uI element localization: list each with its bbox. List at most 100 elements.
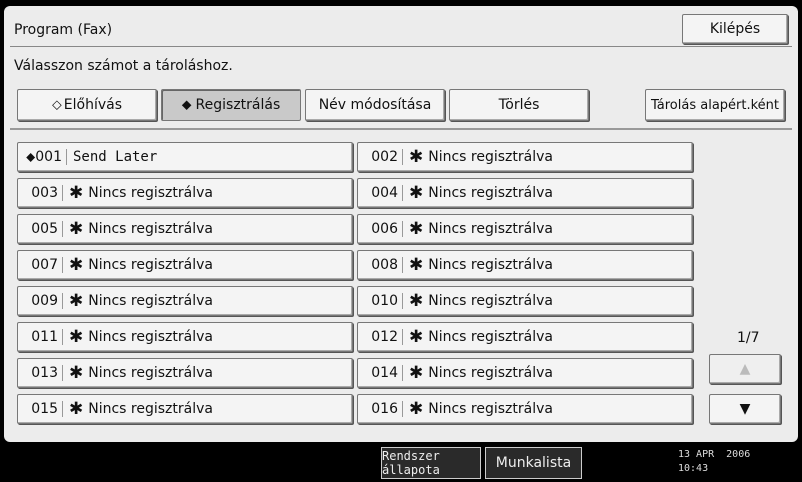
program-slot-014[interactable]: 014 ✱ Nincs regisztrálva xyxy=(357,358,693,388)
slot-divider xyxy=(402,293,403,309)
unregistered-star-icon: ✱ xyxy=(409,255,424,275)
tab-register[interactable]: ⬥ Regisztrálás xyxy=(161,89,301,121)
unregistered-star-icon: ✱ xyxy=(409,147,424,167)
unregistered-star-icon: ✱ xyxy=(69,363,84,383)
unregistered-star-icon: ✱ xyxy=(409,183,424,203)
tab-change-name[interactable]: Név módosítása xyxy=(305,89,445,121)
unregistered-star-icon: ✱ xyxy=(409,291,424,311)
slot-number: 004 xyxy=(371,185,398,201)
program-slot-009[interactable]: 009 ✱ Nincs regisztrálva xyxy=(17,286,353,316)
slot-number: 006 xyxy=(371,221,398,237)
slot-divider xyxy=(62,365,63,381)
unregistered-star-icon: ✱ xyxy=(409,363,424,383)
slot-divider xyxy=(62,257,63,273)
unregistered-star-icon: ✱ xyxy=(69,327,84,347)
store-as-default-button[interactable]: Tárolás alapért.ként xyxy=(645,89,785,121)
date-text: 13 APR 2006 xyxy=(678,449,751,460)
slot-divider xyxy=(66,149,67,165)
program-slot-012[interactable]: 012 ✱ Nincs regisztrálva xyxy=(357,322,693,352)
slot-number: 003 xyxy=(31,185,58,201)
slot-label: Nincs regisztrálva xyxy=(88,329,213,345)
slot-number: 014 xyxy=(371,365,398,381)
slot-divider xyxy=(402,401,403,417)
slot-divider xyxy=(402,221,403,237)
program-slot-010[interactable]: 010 ✱ Nincs regisztrálva xyxy=(357,286,693,316)
program-slot-008[interactable]: 008 ✱ Nincs regisztrálva xyxy=(357,250,693,280)
triangle-down-icon: ▼ xyxy=(739,401,751,417)
slot-label: Nincs regisztrálva xyxy=(88,365,213,381)
unregistered-star-icon: ✱ xyxy=(409,219,424,239)
tab-recall-label: Előhívás xyxy=(63,97,123,113)
slot-number: 008 xyxy=(371,257,398,273)
slot-label: Nincs regisztrálva xyxy=(428,401,553,417)
slot-divider xyxy=(62,329,63,345)
slot-label: Nincs regisztrálva xyxy=(428,365,553,381)
slot-label: Nincs regisztrálva xyxy=(428,185,553,201)
slot-number: 015 xyxy=(31,401,58,417)
tab-recall[interactable]: ⬦ Előhívás xyxy=(17,89,157,121)
slot-divider xyxy=(402,185,403,201)
time-text: 10:43 xyxy=(678,463,709,474)
slot-divider xyxy=(402,149,403,165)
slot-label: Nincs regisztrálva xyxy=(428,293,553,309)
page-title: Program (Fax) xyxy=(14,22,113,38)
slot-number: 012 xyxy=(371,329,398,345)
slot-label: Nincs regisztrálva xyxy=(428,221,553,237)
slot-label: Nincs regisztrálva xyxy=(88,401,213,417)
slot-number: 013 xyxy=(31,365,58,381)
slot-number: 010 xyxy=(371,293,398,309)
page-indicator: 1/7 xyxy=(737,330,760,346)
slot-number: 011 xyxy=(31,329,58,345)
unregistered-star-icon: ✱ xyxy=(409,327,424,347)
triangle-up-icon: ▲ xyxy=(739,361,751,377)
slot-divider xyxy=(62,293,63,309)
slot-number: 007 xyxy=(31,257,58,273)
slot-divider xyxy=(402,257,403,273)
slot-label: Nincs regisztrálva xyxy=(88,221,213,237)
diamond-arrow-icon: ⬥ xyxy=(26,149,36,165)
program-slot-015[interactable]: 015 ✱ Nincs regisztrálva xyxy=(17,394,353,424)
slot-number: 009 xyxy=(31,293,58,309)
slot-label: Nincs regisztrálva xyxy=(88,185,213,201)
program-slot-011[interactable]: 011 ✱ Nincs regisztrálva xyxy=(17,322,353,352)
unregistered-star-icon: ✱ xyxy=(69,399,84,419)
system-status-button[interactable]: Rendszer állapota xyxy=(381,447,481,479)
title-divider xyxy=(10,46,792,47)
slot-label: Nincs regisztrálva xyxy=(88,257,213,273)
tab-register-label: Regisztrálás xyxy=(195,97,281,113)
slot-number: 005 xyxy=(31,221,58,237)
date-time-display: 13 APR 2006 10:43 xyxy=(678,448,750,476)
slot-label: Nincs regisztrálva xyxy=(88,293,213,309)
section-divider xyxy=(10,128,792,130)
diamond-arrow-icon: ⬥ xyxy=(181,97,192,113)
slot-divider xyxy=(62,185,63,201)
program-slot-006[interactable]: 006 ✱ Nincs regisztrálva xyxy=(357,214,693,244)
program-slot-013[interactable]: 013 ✱ Nincs regisztrálva xyxy=(17,358,353,388)
slot-number: 002 xyxy=(371,149,398,165)
slot-divider xyxy=(62,401,63,417)
program-slot-007[interactable]: 007 ✱ Nincs regisztrálva xyxy=(17,250,353,280)
slot-number: 016 xyxy=(371,401,398,417)
slot-divider xyxy=(402,329,403,345)
slot-label: Nincs regisztrálva xyxy=(428,329,553,345)
exit-button[interactable]: Kilépés xyxy=(682,14,788,44)
slot-label: Nincs regisztrálva xyxy=(428,149,553,165)
slot-label: Send Later xyxy=(73,149,158,165)
program-slot-003[interactable]: 003 ✱ Nincs regisztrálva xyxy=(17,178,353,208)
slot-label: Nincs regisztrálva xyxy=(428,257,553,273)
job-list-button[interactable]: Munkalista xyxy=(485,447,582,479)
unregistered-star-icon: ✱ xyxy=(409,399,424,419)
scroll-down-button[interactable]: ▼ xyxy=(709,394,781,424)
unregistered-star-icon: ✱ xyxy=(69,291,84,311)
program-slot-002[interactable]: 002 ✱ Nincs regisztrálva xyxy=(357,142,693,172)
slot-number: 001 xyxy=(35,149,62,165)
program-slot-005[interactable]: 005 ✱ Nincs regisztrálva xyxy=(17,214,353,244)
slot-divider xyxy=(62,221,63,237)
slot-divider xyxy=(402,365,403,381)
tab-delete[interactable]: Törlés xyxy=(449,89,589,121)
program-slot-001[interactable]: ⬥ 001 Send Later xyxy=(17,142,353,172)
program-slot-004[interactable]: 004 ✱ Nincs regisztrálva xyxy=(357,178,693,208)
program-slot-016[interactable]: 016 ✱ Nincs regisztrálva xyxy=(357,394,693,424)
scroll-up-button[interactable]: ▲ xyxy=(709,354,781,384)
unregistered-star-icon: ✱ xyxy=(69,255,84,275)
